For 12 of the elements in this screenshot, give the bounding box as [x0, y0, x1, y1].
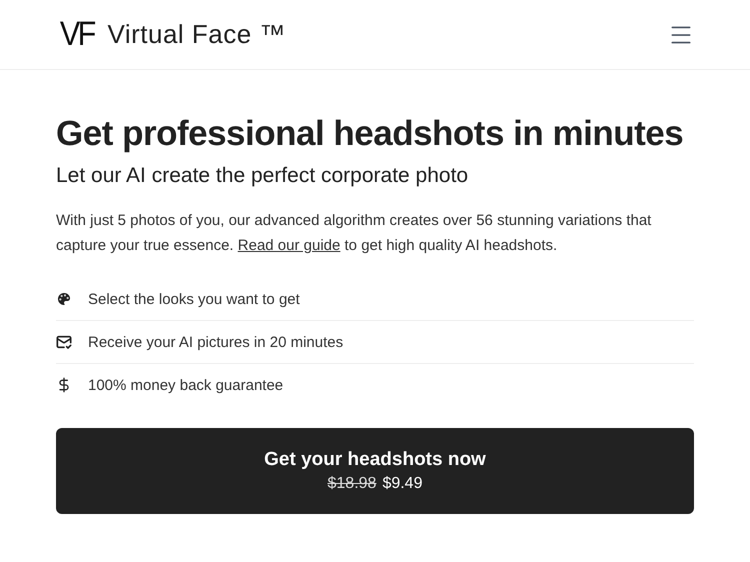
guide-link[interactable]: Read our guide [238, 237, 340, 254]
palette-icon [56, 291, 72, 307]
logo[interactable]: VF [60, 15, 94, 54]
feature-text: 100% money back guarantee [88, 376, 284, 394]
mail-check-icon [56, 334, 72, 350]
feature-text: Select the looks you want to get [88, 290, 300, 308]
page-title: Get professional headshots in minutes [56, 114, 684, 154]
subtitle: Let our AI create the perfect corporate photo [56, 164, 470, 188]
feature-text: Receive your AI pictures in 20 minutes [88, 334, 344, 350]
description: With just 5 photos of you, our advanced algorithm creates over 56 stunning variations that capture your true essence. Read our guide to get high quality AI headshots. [56, 211, 652, 256]
brand-name: Virtual Face ™ [107, 19, 286, 50]
cta-button[interactable]: Get your headshots now $18.98 $9.49 [56, 428, 694, 514]
